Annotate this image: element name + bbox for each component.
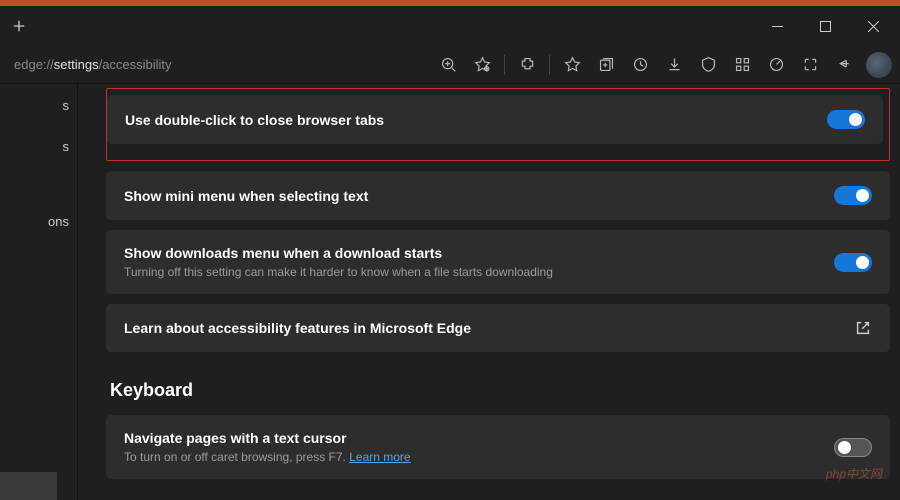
external-link-icon (854, 319, 872, 337)
url-prefix: edge:// (14, 57, 54, 72)
setting-downloads-menu: Show downloads menu when a download star… (106, 230, 890, 294)
shield-icon[interactable] (692, 49, 724, 81)
sidebar-item[interactable]: s (0, 92, 77, 119)
close-button[interactable] (850, 10, 896, 42)
setting-title: Show mini menu when selecting text (124, 188, 818, 204)
section-heading-keyboard: Keyboard (110, 380, 890, 401)
zoom-icon[interactable] (432, 49, 464, 81)
setting-title: Show downloads menu when a download star… (124, 245, 818, 261)
toggle-caret-browsing[interactable] (834, 438, 872, 457)
settings-content: Use double-click to close browser tabs S… (78, 84, 900, 500)
sidebar-item[interactable]: ons (0, 208, 77, 235)
tab-bar (0, 6, 900, 46)
performance-icon[interactable] (760, 49, 792, 81)
toggle-downloads-menu[interactable] (834, 253, 872, 272)
collections-icon[interactable] (590, 49, 622, 81)
window-controls (754, 10, 896, 42)
setting-learn-accessibility[interactable]: Learn about accessibility features in Mi… (106, 304, 890, 352)
share-icon[interactable] (828, 49, 860, 81)
favorites-icon[interactable] (556, 49, 588, 81)
screenshot-icon[interactable] (794, 49, 826, 81)
setting-title: Use double-click to close browser tabs (125, 112, 811, 128)
toggle-double-click-close[interactable] (827, 110, 865, 129)
sidebar-item[interactable]: s (0, 133, 77, 160)
sidebar-footer (0, 472, 57, 500)
separator (504, 55, 505, 75)
url-display[interactable]: edge://settings/accessibility (8, 57, 208, 72)
setting-title: Navigate pages with a text cursor (124, 430, 818, 446)
setting-double-click-close: Use double-click to close browser tabs (107, 95, 883, 144)
setting-description: To turn on or off caret browsing, press … (124, 450, 818, 464)
setting-caret-browsing: Navigate pages with a text cursor To tur… (106, 415, 890, 479)
url-bold: settings (54, 57, 99, 72)
setting-mini-menu: Show mini menu when selecting text (106, 171, 890, 220)
setting-title: Learn about accessibility features in Mi… (124, 320, 838, 336)
toggle-mini-menu[interactable] (834, 186, 872, 205)
favorite-star-icon[interactable] (466, 49, 498, 81)
toolbar-right (432, 49, 892, 81)
url-suffix: /accessibility (99, 57, 172, 72)
address-bar: edge://settings/accessibility (0, 46, 900, 84)
learn-more-link[interactable]: Learn more (349, 450, 410, 464)
separator (549, 55, 550, 75)
profile-avatar[interactable] (866, 52, 892, 78)
apps-icon[interactable] (726, 49, 758, 81)
new-tab-button[interactable] (4, 11, 34, 41)
minimize-button[interactable] (754, 10, 800, 42)
extensions-icon[interactable] (511, 49, 543, 81)
maximize-button[interactable] (802, 10, 848, 42)
settings-sidebar: s s ons (0, 84, 78, 500)
desc-text: To turn on or off caret browsing, press … (124, 450, 349, 464)
downloads-icon[interactable] (658, 49, 690, 81)
highlighted-setting: Use double-click to close browser tabs (106, 88, 890, 161)
setting-description: Turning off this setting can make it har… (124, 265, 818, 279)
history-icon[interactable] (624, 49, 656, 81)
